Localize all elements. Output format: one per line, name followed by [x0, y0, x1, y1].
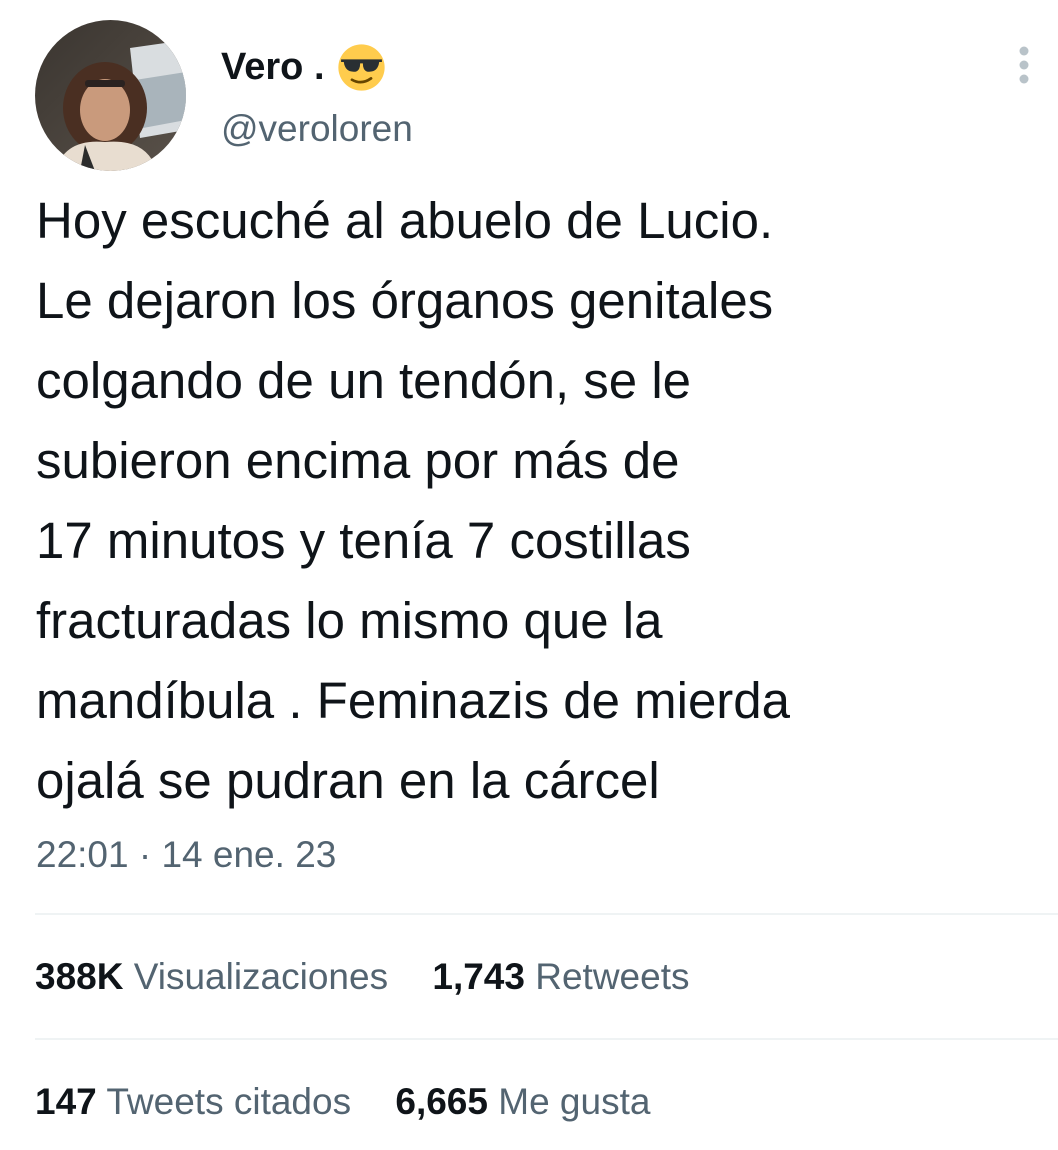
tweet-text-line: fracturadas lo mismo que la	[36, 592, 663, 649]
display-name[interactable]: Vero .	[221, 42, 325, 92]
more-vertical-icon[interactable]	[1006, 44, 1042, 88]
tweet-text-line: mandíbula . Feminazis de mierda	[36, 672, 791, 729]
stats-row-quotes-likes: 147 Tweets citados 6,665 Me gusta	[35, 1079, 684, 1125]
user-handle[interactable]: @veroloren	[221, 106, 413, 152]
tweet-text-line: Le dejaron los órganos genitales	[36, 272, 774, 329]
likes-count: 6,665	[395, 1081, 488, 1122]
quote-tweets-stat[interactable]: 147 Tweets citados	[35, 1079, 351, 1125]
sunglasses-emoji-icon	[338, 44, 385, 91]
likes-label: Me gusta	[498, 1081, 651, 1122]
tweet-text-line: colgando de un tendón, se le	[36, 352, 692, 409]
stats-row-views-retweets: 388K Visualizaciones 1,743 Retweets	[35, 954, 723, 1000]
quote-tweets-count: 147	[35, 1081, 97, 1122]
retweets-count: 1,743	[432, 956, 525, 997]
retweets-stat[interactable]: 1,743 Retweets	[432, 954, 689, 1000]
divider	[35, 1038, 1058, 1040]
avatar[interactable]	[35, 20, 186, 171]
tweet-text: Hoy escuché al abuelo de Lucio. Le dejar…	[36, 181, 1036, 821]
divider	[35, 913, 1058, 915]
quote-tweets-label: Tweets citados	[106, 1081, 352, 1122]
retweets-label: Retweets	[535, 956, 690, 997]
views-stat[interactable]: 388K Visualizaciones	[35, 954, 388, 1000]
tweet-text-line: subieron encima por más de	[36, 432, 680, 489]
tweet-text-line: 17 minutos y tenía 7 costillas	[36, 512, 691, 569]
views-count: 388K	[35, 956, 124, 997]
views-label: Visualizaciones	[133, 956, 389, 997]
likes-stat[interactable]: 6,665 Me gusta	[395, 1079, 650, 1125]
tweet-text-line: ojalá se pudran en la cárcel	[36, 752, 660, 809]
avatar-photo	[35, 20, 186, 171]
tweet-text-line: Hoy escuché al abuelo de Lucio.	[36, 192, 774, 249]
tweet-timestamp[interactable]: 22:01 · 14 ene. 23	[36, 832, 336, 878]
